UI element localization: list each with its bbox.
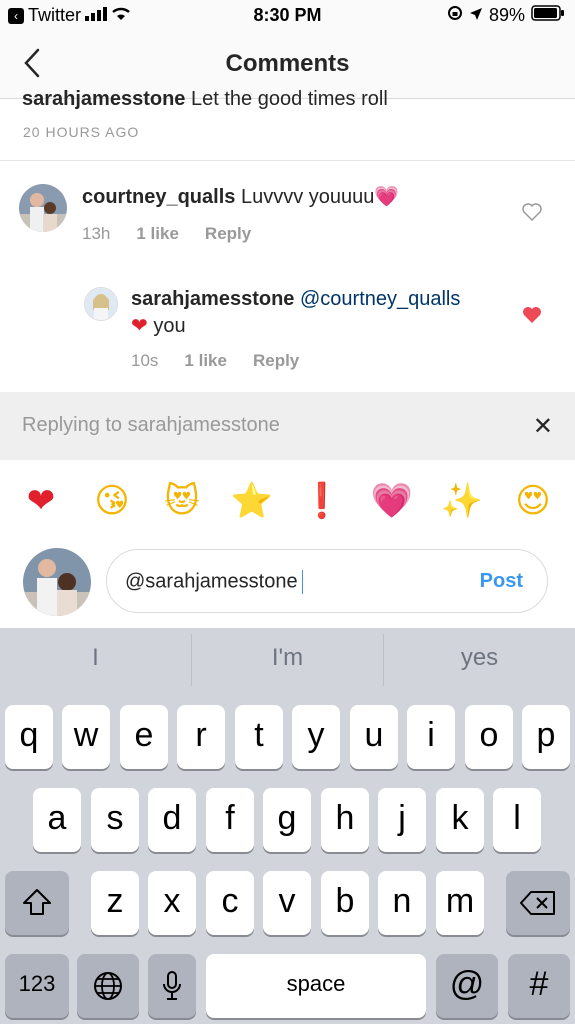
- key-o[interactable]: o: [465, 705, 513, 769]
- like-button[interactable]: [522, 203, 542, 226]
- comment-text: courtney_qualls Luvvvv youuuu💗: [82, 183, 502, 210]
- orientation-lock-icon: [447, 5, 463, 26]
- avatar: [23, 548, 91, 616]
- key-r[interactable]: r: [177, 705, 225, 769]
- globe-icon: [94, 972, 122, 1000]
- comment-mention[interactable]: @courtney_qualls: [300, 288, 460, 310]
- comment-username[interactable]: sarahjamesstone: [131, 288, 294, 310]
- key-d[interactable]: d: [148, 788, 196, 852]
- key-i[interactable]: i: [407, 705, 455, 769]
- key-m[interactable]: m: [436, 871, 484, 935]
- key-p[interactable]: p: [522, 705, 570, 769]
- comment-likes[interactable]: 1 like: [184, 351, 227, 371]
- status-bar: ‹ Twitter 8:30 PM 89%: [0, 0, 575, 32]
- emoji-heart-eyes-cat[interactable]: 😻: [157, 476, 207, 526]
- keyboard: I I'm yes q w e r t y u i o p a s d f g …: [0, 628, 575, 1024]
- comment-emoji: 💗: [374, 184, 400, 208]
- status-right: 89%: [447, 5, 565, 26]
- delete-key[interactable]: [506, 871, 570, 935]
- key-h[interactable]: h: [321, 788, 369, 852]
- comment-input[interactable]: @sarahjamesstone Post: [106, 549, 548, 613]
- replying-to-banner: Replying to sarahjamesstone ✕: [0, 392, 575, 460]
- suggestion[interactable]: I: [0, 628, 191, 692]
- key-z[interactable]: z: [91, 871, 139, 935]
- text-caret: [301, 570, 303, 594]
- heart-outline-icon: [522, 203, 542, 221]
- shift-key[interactable]: [5, 871, 69, 935]
- caption-time-ago: 20 HOURS AGO: [23, 124, 140, 140]
- comment-time: 13h: [82, 224, 111, 243]
- comment-meta: 13h 1 like Reply: [82, 224, 251, 244]
- battery-percent: 89%: [488, 5, 525, 25]
- emoji-sparkles[interactable]: ✨: [437, 476, 487, 526]
- comment-input-value: @sarahjamesstone: [125, 570, 303, 594]
- shift-icon: [23, 889, 51, 915]
- comment-emoji: ❤: [131, 313, 148, 337]
- microphone-icon: [163, 971, 181, 1000]
- key-q[interactable]: q: [5, 705, 53, 769]
- key-b[interactable]: b: [321, 871, 369, 935]
- caption-text: sarahjamesstone Let the good times roll: [22, 80, 542, 110]
- key-l[interactable]: l: [493, 788, 541, 852]
- microphone-key[interactable]: [148, 954, 196, 1018]
- key-c[interactable]: c: [206, 871, 254, 935]
- caption-body: Let the good times roll: [190, 88, 388, 110]
- like-button[interactable]: [522, 306, 542, 329]
- avatar[interactable]: [19, 184, 67, 232]
- post-button[interactable]: Post: [480, 570, 523, 593]
- key-g[interactable]: g: [263, 788, 311, 852]
- divider: [0, 160, 575, 161]
- key-y[interactable]: y: [292, 705, 340, 769]
- suggestion[interactable]: I'm: [192, 628, 383, 692]
- key-v[interactable]: v: [263, 871, 311, 935]
- key-n[interactable]: n: [378, 871, 426, 935]
- reply-button[interactable]: Reply: [205, 224, 251, 244]
- numbers-key[interactable]: 123: [5, 954, 69, 1018]
- key-k[interactable]: k: [436, 788, 484, 852]
- suggestion[interactable]: yes: [384, 628, 575, 692]
- comment-likes[interactable]: 1 like: [136, 224, 179, 244]
- avatar[interactable]: [84, 287, 118, 321]
- key-t[interactable]: t: [235, 705, 283, 769]
- close-icon[interactable]: ✕: [533, 412, 553, 441]
- comment-username[interactable]: courtney_qualls: [82, 186, 235, 208]
- page-title: Comments: [225, 50, 350, 77]
- key-u[interactable]: u: [350, 705, 398, 769]
- predictive-bar: I I'm yes: [0, 628, 575, 692]
- comment-meta: 10s 1 like Reply: [131, 351, 299, 371]
- space-key[interactable]: space: [206, 954, 426, 1018]
- key-f[interactable]: f: [206, 788, 254, 852]
- hash-key[interactable]: #: [508, 954, 570, 1018]
- globe-key[interactable]: [77, 954, 139, 1018]
- comment-body: you: [153, 315, 186, 337]
- emoji-star[interactable]: ⭐: [227, 476, 277, 526]
- backspace-icon: [520, 891, 555, 915]
- key-a[interactable]: a: [33, 788, 81, 852]
- caption-username[interactable]: sarahjamesstone: [22, 88, 185, 110]
- heart-filled-icon: [523, 307, 541, 323]
- battery-icon: [531, 5, 565, 26]
- comment-text: sarahjamesstone @courtney_qualls ❤ you: [131, 286, 511, 339]
- emoji-kiss[interactable]: 😘: [87, 476, 137, 526]
- emoji-heart-eyes[interactable]: 😍: [508, 476, 558, 526]
- location-icon: [469, 5, 483, 26]
- quick-emoji-bar: ❤ 😘 😻 ⭐ ❗ 💗 ✨ 😍: [0, 476, 575, 528]
- reply-button[interactable]: Reply: [253, 351, 299, 371]
- emoji-exclamation[interactable]: ❗: [297, 476, 347, 526]
- key-j[interactable]: j: [378, 788, 426, 852]
- emoji-heart[interactable]: ❤: [16, 476, 66, 526]
- emoji-sparkling-heart[interactable]: 💗: [367, 476, 417, 526]
- key-e[interactable]: e: [120, 705, 168, 769]
- key-w[interactable]: w: [62, 705, 110, 769]
- key-s[interactable]: s: [91, 788, 139, 852]
- comment-body: Luvvvv youuuu: [240, 186, 375, 208]
- replying-to-text: Replying to sarahjamesstone: [22, 414, 280, 436]
- at-key[interactable]: @: [436, 954, 498, 1018]
- key-x[interactable]: x: [148, 871, 196, 935]
- comment-time: 10s: [131, 351, 159, 370]
